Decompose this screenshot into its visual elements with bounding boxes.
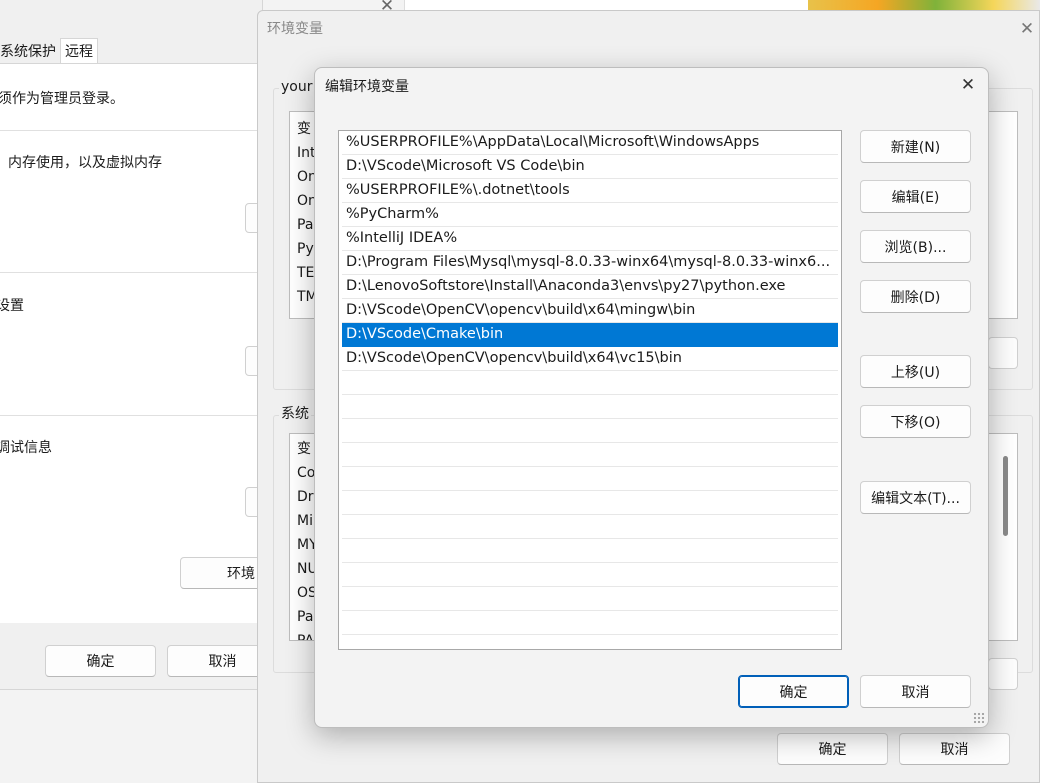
path-list-item[interactable]: %USERPROFILE%\AppData\Local\Microsoft\Wi…: [342, 131, 838, 155]
system-properties-titlebar: [0, 0, 262, 36]
empty-row: [342, 419, 838, 443]
divider: [0, 272, 262, 273]
path-list-item[interactable]: D:\Program Files\Mysql\mysql-8.0.33-winx…: [342, 251, 838, 275]
cancel-button[interactable]: 取消: [167, 645, 262, 677]
path-list-item[interactable]: D:\LenovoSoftstore\Install\Anaconda3\env…: [342, 275, 838, 299]
ok-button[interactable]: 确定: [738, 675, 849, 708]
close-icon[interactable]: ✕: [1012, 14, 1040, 44]
list-item[interactable]: Py: [297, 237, 314, 261]
user-variables-label: your: [279, 79, 315, 95]
empty-row: [342, 587, 838, 611]
tab-system-protection[interactable]: 系统保护: [0, 38, 60, 63]
edit-environment-variable-dialog: 编辑环境变量 ✕ %USERPROFILE%\AppData\Local\Mic…: [314, 67, 989, 728]
path-list-item[interactable]: %IntelliJ IDEA%: [342, 227, 838, 251]
list-item[interactable]: Mi: [297, 509, 313, 533]
path-list[interactable]: %USERPROFILE%\AppData\Local\Microsoft\Wi…: [338, 130, 842, 650]
path-list-item[interactable]: D:\VScode\OpenCV\opencv\build\x64\vc15\b…: [342, 347, 838, 371]
list-item[interactable]: PA: [297, 629, 314, 640]
close-icon[interactable]: ✕: [953, 70, 983, 100]
move-up-button[interactable]: 上移(U): [860, 355, 971, 388]
dialog-title: 编辑环境变量: [325, 79, 409, 95]
ok-button[interactable]: 确定: [777, 733, 888, 765]
edit-text-button[interactable]: 编辑文本(T)...: [860, 481, 971, 514]
admin-notice: 须作为管理员登录。: [0, 91, 124, 107]
system-properties-window: 系统保护 远程 须作为管理员登录。 内存使用，以及虚拟内存 设置 调试信息 环境…: [0, 0, 263, 690]
move-down-button[interactable]: 下移(O): [860, 405, 971, 438]
browse-button[interactable]: 浏览(B)...: [860, 230, 971, 263]
empty-row: [342, 539, 838, 563]
delete-button[interactable]: 删除(D): [860, 280, 971, 313]
tab-remote[interactable]: 远程: [60, 38, 98, 63]
empty-row: [342, 395, 838, 419]
path-list-item[interactable]: D:\VScode\Microsoft VS Code\bin: [342, 155, 838, 179]
empty-row: [342, 611, 838, 635]
empty-row: [342, 467, 838, 491]
empty-row: [342, 371, 838, 395]
cancel-button[interactable]: 取消: [860, 675, 971, 708]
scrollbar-thumb[interactable]: [1003, 456, 1008, 536]
performance-description: 内存使用，以及虚拟内存: [8, 155, 162, 171]
system-variable-delete-button[interactable]: [988, 658, 1018, 690]
empty-row: [342, 491, 838, 515]
list-header: 变: [297, 441, 311, 457]
system-properties-page: 须作为管理员登录。 内存使用，以及虚拟内存 设置 调试信息 环境: [0, 63, 262, 623]
system-variables-label: 系统: [279, 403, 311, 423]
list-item[interactable]: Pa: [297, 213, 313, 237]
empty-row: [342, 563, 838, 587]
list-item[interactable]: Pa: [297, 605, 313, 629]
empty-row: [342, 443, 838, 467]
list-item[interactable]: Dr: [297, 485, 314, 509]
new-button[interactable]: 新建(N): [860, 130, 971, 163]
window-title: 环境变量: [267, 21, 323, 37]
path-list-item[interactable]: D:\VScode\OpenCV\opencv\build\x64\mingw\…: [342, 299, 838, 323]
list-item[interactable]: Co: [297, 461, 315, 485]
empty-row: [342, 515, 838, 539]
resize-grip-icon[interactable]: [973, 712, 985, 724]
list-item[interactable]: Int: [297, 141, 316, 165]
environment-variables-button[interactable]: 环境: [180, 557, 262, 589]
divider: [0, 415, 262, 416]
path-list-item-selected[interactable]: D:\VScode\Cmake\bin: [342, 323, 838, 347]
edit-button[interactable]: 编辑(E): [860, 180, 971, 213]
divider: [0, 130, 262, 131]
ok-button[interactable]: 确定: [45, 645, 156, 677]
startup-recovery-description: 调试信息: [0, 440, 52, 456]
user-variable-delete-button[interactable]: [988, 337, 1018, 369]
list-item[interactable]: TE: [297, 261, 314, 285]
cancel-button[interactable]: 取消: [899, 733, 1010, 765]
path-list-item[interactable]: %PyCharm%: [342, 203, 838, 227]
background-window-titlebar: [404, 0, 808, 10]
background-banner: [808, 0, 1040, 10]
path-list-item[interactable]: %USERPROFILE%\.dotnet\tools: [342, 179, 838, 203]
user-profiles-description: 设置: [0, 298, 24, 314]
list-header: 变: [297, 121, 311, 137]
